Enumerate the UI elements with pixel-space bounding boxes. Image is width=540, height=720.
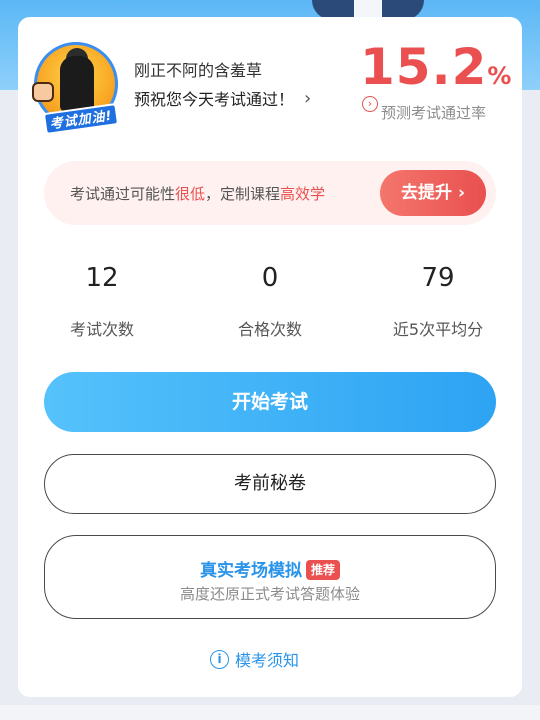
stat-pass-count-label: 合格次数 <box>237 320 302 339</box>
mock-exam-title: 真实考场模拟 推荐 <box>45 556 495 581</box>
exam-notice-link[interactable]: i 模考须知 <box>210 647 299 671</box>
promo-text: 考试通过可能性很低，定制课程高效学 <box>70 183 325 204</box>
bottom-strip <box>0 705 540 720</box>
start-exam-button[interactable]: 开始考试 <box>44 372 496 432</box>
stat-exam-count-label: 考试次数 <box>69 320 134 339</box>
promo-text-high: 高效学 <box>280 185 326 203</box>
improve-button-label: 去提升 <box>401 183 453 203</box>
secret-paper-button[interactable]: 考前秘卷 <box>44 454 496 514</box>
mock-exam-button[interactable]: 真实考场模拟 推荐 高度还原正式考试答题体验 <box>44 535 496 619</box>
stat-avg-score-label: 近5次平均分 <box>392 320 484 339</box>
promo-text-prefix: 考试通过可能性 <box>70 185 176 203</box>
exam-notice-label: 模考须知 <box>235 651 300 670</box>
fist-icon <box>32 82 54 102</box>
info-icon: i <box>210 649 229 669</box>
promo-text-low: 很低 <box>175 185 206 203</box>
chevron-right-icon: › <box>304 87 312 109</box>
avatar-person <box>60 56 94 112</box>
chevron-right-icon: › <box>452 183 465 203</box>
username: 刚正不阿的含羞草 <box>134 61 263 80</box>
greeting-text: 预祝您今天考试通过！ <box>134 90 295 109</box>
stat-avg-score: 79 <box>421 263 455 293</box>
mock-exam-subtitle: 高度还原正式考试答题体验 <box>179 585 360 603</box>
avatar[interactable]: 考试加油! <box>30 42 120 136</box>
pass-rate-value: 15.2 <box>360 38 488 96</box>
promo-banner: 考试通过可能性很低，定制课程高效学 去提升 › <box>44 161 496 225</box>
stat-exam-count: 12 <box>85 263 119 293</box>
pass-rate-label: 预测考试通过率 <box>381 104 487 122</box>
pass-rate-unit: % <box>487 62 512 90</box>
recommend-badge: 推荐 <box>305 560 340 580</box>
improve-button[interactable]: 去提升 › <box>380 170 486 216</box>
stat-pass-count: 0 <box>261 263 279 293</box>
mock-exam-title-text: 真实考场模拟 <box>199 561 302 581</box>
greeting-link[interactable]: 预祝您今天考试通过！ › <box>134 86 311 110</box>
chevron-circle-icon[interactable]: › <box>362 96 378 112</box>
promo-text-mid: ，定制课程 <box>205 185 281 203</box>
